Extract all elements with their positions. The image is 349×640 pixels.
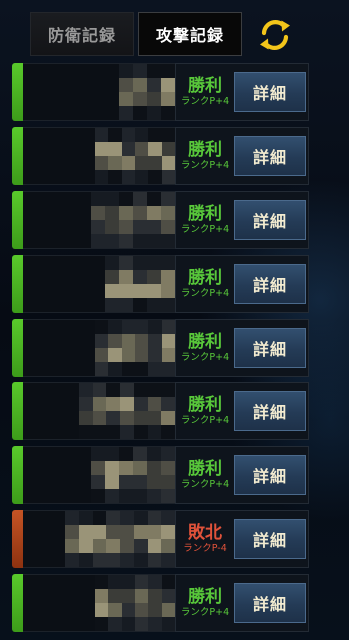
name-mosaic xyxy=(105,255,175,312)
result-indicator-bar xyxy=(12,510,23,569)
name-mosaic xyxy=(95,127,175,184)
result-area: 勝利 ランクP+4 詳細 xyxy=(175,126,309,185)
detail-button[interactable]: 詳細 xyxy=(234,263,306,304)
result-indicator-bar xyxy=(12,446,23,505)
result: 勝利 ランクP+4 xyxy=(176,459,234,491)
result: 勝利 ランクP+4 xyxy=(176,268,234,300)
detail-button[interactable]: 詳細 xyxy=(234,455,306,496)
detail-button[interactable]: 詳細 xyxy=(234,519,306,560)
rank-change: ランクP+4 xyxy=(180,96,230,107)
result-area: 勝利 ランクP+4 詳細 xyxy=(175,254,309,313)
result-indicator-bar xyxy=(12,382,23,441)
result-label: 勝利 xyxy=(188,587,222,608)
opponent-name-censored xyxy=(23,574,175,633)
result: 勝利 ランクP+4 xyxy=(176,395,234,427)
rank-change: ランクP+4 xyxy=(180,415,230,427)
result-label: 敗北 xyxy=(188,523,222,544)
result-indicator-bar xyxy=(12,190,23,249)
result: 勝利 ランクP+4 xyxy=(176,76,234,108)
refresh-arrows-icon xyxy=(260,20,290,50)
detail-button[interactable]: 詳細 xyxy=(234,391,306,432)
name-mosaic xyxy=(79,383,175,440)
result-area: 勝利 ランクP+4 詳細 xyxy=(175,446,309,505)
rank-change: ランクP+4 xyxy=(180,159,230,171)
record-row[interactable]: 敗北 ランクP-4 詳細 xyxy=(12,510,309,569)
result-indicator-bar xyxy=(12,254,23,313)
record-tabs: 防衛記録 攻撃記録 xyxy=(30,11,246,57)
rank-change: ランクP+4 xyxy=(180,607,230,619)
opponent-name-censored xyxy=(23,126,175,185)
record-row[interactable]: 勝利 ランクP+4 詳細 xyxy=(12,126,309,185)
opponent-name-censored xyxy=(23,254,175,313)
detail-button[interactable]: 詳細 xyxy=(234,327,306,368)
result: 勝利 ランクP+4 xyxy=(176,587,234,619)
result-label: 勝利 xyxy=(188,139,222,160)
name-mosaic xyxy=(95,319,175,376)
record-row[interactable]: 勝利 ランクP+4 詳細 xyxy=(12,382,309,441)
opponent-name-censored xyxy=(23,63,175,121)
result-label: 勝利 xyxy=(188,76,222,96)
name-mosaic xyxy=(91,191,175,248)
result-label: 勝利 xyxy=(188,267,222,288)
result: 勝利 ランクP+4 xyxy=(176,204,234,236)
result-label: 勝利 xyxy=(188,203,222,224)
result: 勝利 ランクP+4 xyxy=(176,140,234,172)
result-area: 勝利 ランクP+4 詳細 xyxy=(175,382,309,441)
opponent-name-censored xyxy=(23,318,175,377)
result-indicator-bar xyxy=(12,574,23,633)
record-row[interactable]: 勝利 ランクP+4 詳細 xyxy=(12,446,309,505)
tab-defense-record[interactable]: 防衛記録 xyxy=(30,12,134,56)
record-row[interactable]: 勝利 ランクP+4 詳細 xyxy=(12,318,309,377)
rank-change: ランクP+4 xyxy=(180,287,230,299)
opponent-name-censored xyxy=(23,510,175,569)
result-indicator-bar xyxy=(12,126,23,185)
opponent-name-censored xyxy=(23,190,175,249)
result-area: 勝利 ランクP+4 詳細 xyxy=(175,190,309,249)
rank-change: ランクP+4 xyxy=(180,223,230,235)
result-area: 敗北 ランクP-4 詳細 xyxy=(175,510,309,569)
detail-button[interactable]: 詳細 xyxy=(234,583,306,624)
detail-button[interactable]: 詳細 xyxy=(234,72,306,112)
result-area: 勝利 ランクP+4 詳細 xyxy=(175,63,309,121)
rank-change: ランクP-4 xyxy=(183,543,227,555)
result: 敗北 ランクP-4 xyxy=(176,523,234,555)
record-row[interactable]: 勝利 ランクP+4 詳細 xyxy=(12,63,309,121)
result: 勝利 ランクP+4 xyxy=(176,332,234,364)
rank-change: ランクP+4 xyxy=(180,479,230,491)
result-indicator-bar xyxy=(12,318,23,377)
record-row[interactable]: 勝利 ランクP+4 詳細 xyxy=(12,190,309,249)
name-mosaic xyxy=(91,447,175,504)
result-indicator-bar xyxy=(12,63,23,121)
attack-record-list: 勝利 ランクP+4 詳細 勝利 ランクP+4 詳細 勝利 ランクP+4 詳細 勝… xyxy=(12,63,309,638)
result-label: 勝利 xyxy=(188,395,222,416)
refresh-button[interactable] xyxy=(254,14,296,56)
rank-change: ランクP+4 xyxy=(180,351,230,363)
detail-button[interactable]: 詳細 xyxy=(234,135,306,176)
record-row[interactable]: 勝利 ランクP+4 詳細 xyxy=(12,574,309,633)
result-label: 勝利 xyxy=(188,331,222,352)
tab-attack-record[interactable]: 攻撃記録 xyxy=(138,12,242,56)
name-mosaic xyxy=(65,511,175,568)
result-label: 勝利 xyxy=(188,459,222,480)
name-mosaic xyxy=(95,575,175,632)
detail-button[interactable]: 詳細 xyxy=(234,199,306,240)
record-row[interactable]: 勝利 ランクP+4 詳細 xyxy=(12,254,309,313)
result-area: 勝利 ランクP+4 詳細 xyxy=(175,318,309,377)
name-mosaic xyxy=(119,64,175,120)
opponent-name-censored xyxy=(23,446,175,505)
opponent-name-censored xyxy=(23,382,175,441)
result-area: 勝利 ランクP+4 詳細 xyxy=(175,574,309,633)
